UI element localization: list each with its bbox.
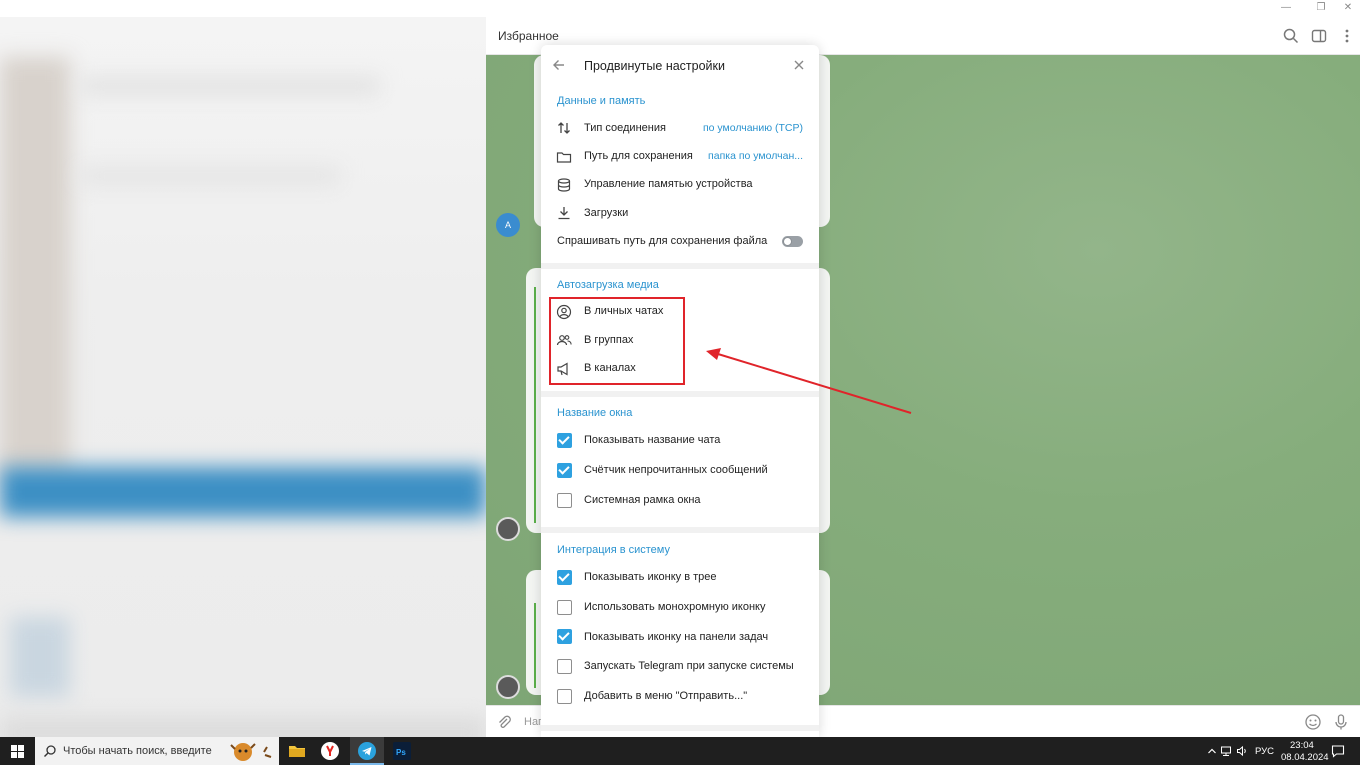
section-title-data: Данные и память: [557, 95, 646, 107]
photoshop-icon[interactable]: Ps: [392, 741, 412, 761]
show-chat-name-checkbox[interactable]: [557, 433, 572, 448]
windows-taskbar: Чтобы начать поиск, введите Ps РУС 23:04…: [0, 737, 1360, 765]
close-window-icon[interactable]: ✕: [1338, 1, 1358, 15]
search-icon: [44, 745, 56, 757]
tray-icon-label: Показывать иконку в трее: [584, 571, 717, 583]
chat-title: Избранное: [498, 29, 559, 43]
sidebar-toggle-icon[interactable]: [1310, 27, 1328, 45]
monochrome-icon-label: Использовать монохромную иконку: [584, 601, 766, 613]
search-highlight-doodle-icon: [230, 743, 272, 761]
close-icon[interactable]: [791, 57, 807, 73]
telegram-icon: [358, 742, 376, 760]
file-explorer-icon[interactable]: [287, 741, 307, 761]
yandex-browser-icon[interactable]: [320, 741, 340, 761]
telegram-taskbar-active[interactable]: [350, 737, 384, 765]
storage-management-label: Управление памятью устройства: [584, 178, 753, 190]
avatar[interactable]: A: [496, 213, 520, 237]
chevron-up-icon[interactable]: [1207, 746, 1217, 756]
microphone-icon[interactable]: [1332, 713, 1350, 731]
highlight-box: [549, 297, 685, 385]
window-titlebar: — ❐ ✕: [0, 0, 1360, 17]
swap-vertical-icon: [558, 122, 570, 134]
advanced-settings-dialog: Продвинутые настройки Данные и память Ти…: [541, 45, 819, 737]
save-path-value: папка по умолчан...: [708, 150, 803, 162]
more-icon[interactable]: [1338, 27, 1356, 45]
system-frame-checkbox[interactable]: [557, 493, 572, 508]
windows-start-icon[interactable]: [11, 745, 24, 758]
minimize-icon[interactable]: —: [1276, 1, 1296, 15]
connection-type-label: Тип соединения: [584, 122, 666, 134]
folder-icon: [556, 152, 572, 163]
section-title-autodownload: Автозагрузка медиа: [557, 279, 659, 291]
avatar[interactable]: [496, 675, 520, 699]
autostart-label: Запускать Telegram при запуске системы: [584, 660, 794, 672]
ask-save-path-label: Спрашивать путь для сохранения файла: [557, 235, 768, 247]
notifications-icon[interactable]: [1331, 744, 1345, 758]
ask-save-path-toggle[interactable]: [782, 236, 803, 247]
system-frame-label: Системная рамка окна: [584, 494, 701, 506]
monochrome-icon-checkbox[interactable]: [557, 600, 572, 615]
unread-counter-checkbox[interactable]: [557, 463, 572, 478]
language-indicator[interactable]: РУС: [1255, 746, 1274, 757]
section-divider: [541, 725, 819, 731]
taskbar-search-placeholder: Чтобы начать поиск, введите: [63, 745, 212, 757]
section-divider: [541, 527, 819, 533]
volume-icon[interactable]: [1236, 745, 1248, 757]
unread-counter-label: Счётчик непрочитанных сообщений: [584, 464, 768, 476]
taskbar-search-box[interactable]: Чтобы начать поиск, введите: [35, 737, 279, 765]
downloads-label: Загрузки: [584, 207, 629, 219]
avatar[interactable]: [496, 517, 520, 541]
database-icon: [557, 178, 571, 192]
search-icon[interactable]: [1282, 27, 1300, 45]
connection-type-value: по умолчанию (TCP): [702, 122, 803, 134]
dialog-header: Продвинутые настройки: [541, 45, 819, 85]
section-divider: [541, 391, 819, 397]
tray-icon-checkbox[interactable]: [557, 570, 572, 585]
chat-list-blurred: [0, 17, 486, 737]
autostart-checkbox[interactable]: [557, 659, 572, 674]
clock-date[interactable]: 08.04.2024: [1281, 752, 1329, 763]
taskbar-icon-checkbox[interactable]: [557, 629, 572, 644]
attach-icon[interactable]: [496, 714, 512, 730]
restore-icon[interactable]: ❐: [1311, 1, 1331, 15]
section-title-window: Название окна: [557, 407, 633, 419]
section-title-integration: Интеграция в систему: [557, 544, 670, 556]
clock-time[interactable]: 23:04: [1290, 740, 1314, 751]
taskbar-icon-label: Показывать иконку на панели задач: [584, 631, 769, 643]
send-to-menu-checkbox[interactable]: [557, 689, 572, 704]
download-icon: [558, 207, 570, 220]
section-divider: [541, 263, 819, 269]
save-path-label: Путь для сохранения: [584, 150, 693, 162]
show-chat-name-label: Показывать название чата: [584, 434, 721, 446]
message-quote-bar: [534, 603, 536, 688]
dialog-title: Продвинутые настройки: [584, 59, 725, 73]
svg-text:Ps: Ps: [396, 748, 406, 757]
message-quote-bar: [534, 287, 536, 523]
emoji-icon[interactable]: [1304, 713, 1322, 731]
network-icon[interactable]: [1220, 745, 1232, 757]
back-arrow-icon[interactable]: [551, 57, 567, 73]
send-to-menu-label: Добавить в меню "Отправить...": [584, 690, 748, 702]
